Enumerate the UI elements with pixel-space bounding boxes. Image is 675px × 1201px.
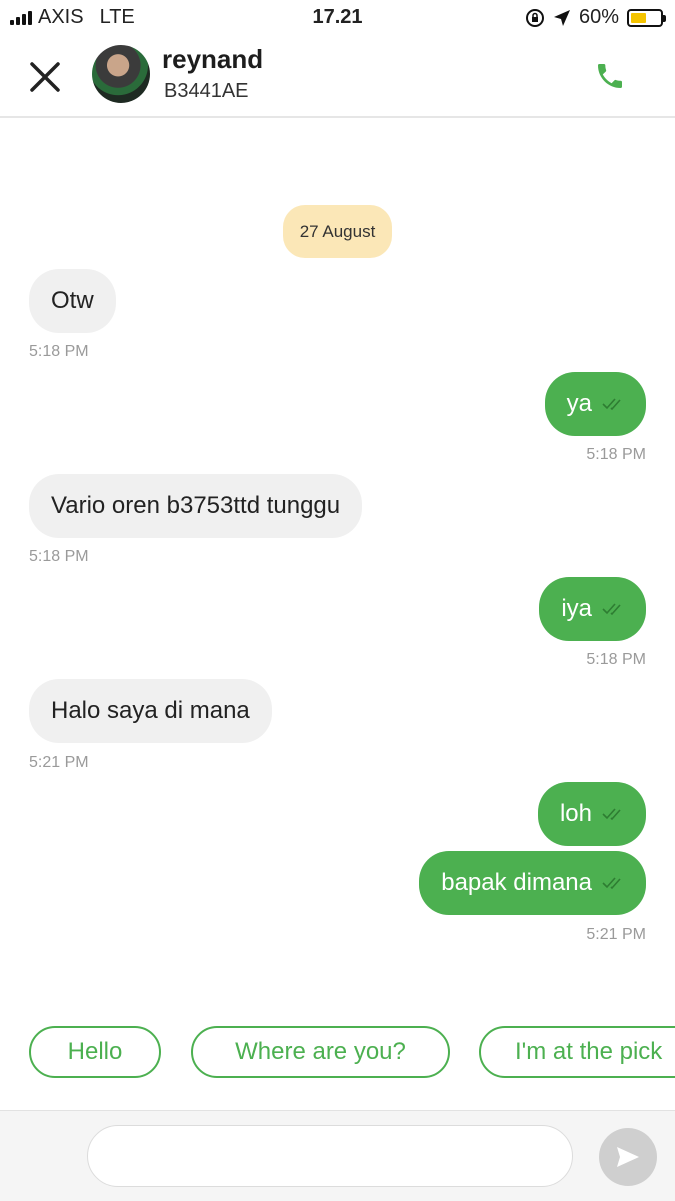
message-time: 5:18 PM [586,651,646,668]
message-outgoing: ya [544,372,646,436]
double-check-icon [602,603,621,616]
phone-icon[interactable] [594,60,626,92]
message-text: iya [561,595,592,622]
avatar[interactable] [92,45,150,103]
double-check-icon [602,808,621,821]
message-text: loh [559,800,592,827]
message-outgoing: loh [537,782,646,846]
message-incoming: Vario oren b3753ttd tunggu [29,474,363,538]
message-text: Halo saya di mana [51,697,250,724]
orientation-lock-icon [525,8,544,27]
message-outgoing: iya [539,577,646,641]
send-icon [617,1147,639,1167]
close-icon[interactable] [26,56,64,94]
send-button[interactable] [599,1128,657,1186]
battery-percent: 60% [578,6,619,28]
quick-reply-at-pickup[interactable]: I'm at the pick [479,1026,675,1078]
message-text: Otw [51,287,94,314]
contact-name: reynand [162,44,264,74]
message-composer [0,1110,675,1201]
double-check-icon [602,398,621,411]
status-bar: AXIS LTE 17.21 60% [0,0,675,38]
message-input[interactable] [87,1125,573,1187]
message-outgoing: bapak dimana [419,851,646,915]
double-check-icon [602,877,621,890]
battery-icon [627,8,666,27]
message-text: Vario oren b3753ttd tunggu [51,492,341,519]
message-time: 5:18 PM [29,343,89,360]
battery-level [631,12,647,23]
vehicle-plate: B3441AE [164,80,249,102]
message-incoming: Halo saya di mana [29,679,272,743]
message-time: 5:18 PM [29,548,89,565]
quick-reply-where-are-you[interactable]: Where are you? [191,1026,450,1078]
date-separator: 27 August [283,205,392,258]
location-arrow-icon [553,9,570,26]
message-time: 5:18 PM [586,446,646,463]
message-text: ya [566,390,592,417]
message-time: 5:21 PM [586,926,646,943]
quick-reply-hello[interactable]: Hello [29,1026,161,1078]
message-time: 5:21 PM [29,754,89,771]
message-text: bapak dimana [441,869,592,896]
message-incoming: Otw [29,269,116,333]
quick-replies: Hello Where are you? I'm at the pick [0,1026,675,1082]
status-right: 60% [525,6,666,29]
chat-header: reynand B3441AE [0,38,675,118]
